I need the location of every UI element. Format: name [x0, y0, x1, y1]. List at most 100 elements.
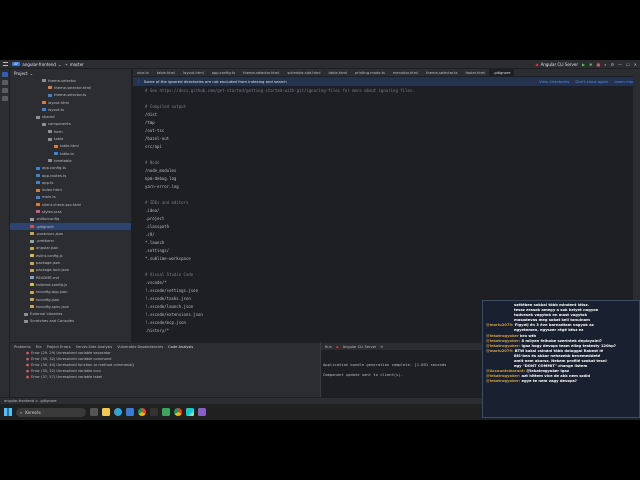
taskbar-search[interactable]: ⌕ Keresés — [16, 407, 86, 417]
code-line: /node_modules — [145, 168, 177, 173]
commit-tool-icon[interactable] — [2, 80, 8, 85]
tree-item[interactable]: index.html — [10, 186, 131, 193]
chat-text: amit nem akarsz. Nekem profilé szokat te… — [514, 359, 607, 364]
editor-tab[interactable]: layout.html — [179, 69, 208, 76]
tree-item[interactable]: theme-selector.html — [10, 84, 131, 91]
tree-item[interactable]: theme-selector.ts — [10, 92, 131, 99]
code-line: .classpath — [145, 224, 170, 229]
problem-item[interactable]: ● Error (37, 57) Unresolved variable labe… — [10, 374, 320, 380]
problems-tab[interactable]: Project Errors — [47, 345, 71, 349]
tree-item[interactable]: tsconfig.spec.json — [10, 303, 131, 310]
edge-icon[interactable] — [114, 408, 122, 416]
problems-tab[interactable]: Code Analysis — [168, 345, 193, 349]
chat-username: @lekatrogyoker: — [486, 338, 522, 343]
tree-item[interactable]: app.config.ts — [10, 165, 131, 172]
editor-tab[interactable]: printing-mode.ts — [351, 69, 389, 76]
more-tools-icon[interactable] — [2, 96, 8, 101]
problems-tab[interactable]: Server-Side Analysis — [76, 345, 113, 349]
tree-item[interactable]: main.ts — [10, 194, 131, 201]
tree-item[interactable]: styles.scss — [10, 208, 131, 215]
problems-tab[interactable]: File — [36, 345, 42, 349]
problems-tab[interactable]: Vulnerable Dependencies — [117, 345, 163, 349]
close-icon[interactable]: ✕ — [634, 62, 637, 67]
editor-tab[interactable]: schedule-slot.html — [283, 69, 324, 76]
chat-username: @lekatrogyoker: — [486, 379, 522, 384]
chat-text: tudvesek vagytok en most vagytok — [514, 313, 588, 318]
settings-icon[interactable]: ⚙ — [610, 62, 614, 67]
tree-item[interactable]: tailwind.config.js — [10, 281, 131, 288]
tree-item[interactable]: eslint.config.js — [10, 252, 131, 259]
editor-tab[interactable]: table.html — [153, 69, 179, 76]
run-config-selector[interactable]: ◆ Angular CLI Server — [535, 62, 578, 67]
tree-item-label: .gitignore — [36, 224, 54, 229]
search-icon[interactable]: ⌕ — [604, 62, 606, 67]
chrome-icon[interactable] — [138, 408, 146, 416]
editor-tab[interactable]: footer.html — [462, 69, 490, 76]
run-config-name: Angular CLI Server — [540, 61, 578, 67]
maximize-icon[interactable]: ☐ — [626, 62, 630, 67]
tree-item[interactable]: table.ts — [10, 150, 131, 157]
view-directories-link[interactable]: View directories — [539, 79, 569, 84]
editor-tab[interactable]: .gitignore — [489, 69, 515, 76]
tree-item[interactable]: Scratches and Consoles — [10, 318, 131, 325]
tree-item[interactable]: tsconfig.json — [10, 296, 131, 303]
tree-item[interactable]: .prettierrc — [10, 238, 131, 245]
tree-item[interactable]: shared — [10, 113, 131, 120]
editor-tab[interactable]: table.html — [325, 69, 351, 76]
tree-item-label: main.ts — [42, 195, 56, 200]
tree-item[interactable]: table — [10, 135, 131, 142]
chrome-icon[interactable] — [174, 408, 182, 416]
tree-item[interactable]: package-lock.json — [10, 267, 131, 274]
editor-tab[interactable]: theme-selector.ts — [422, 69, 461, 76]
tree-item[interactable]: app.ts — [10, 179, 131, 186]
info-icon: ⓘ — [137, 78, 141, 84]
visual-studio-icon[interactable] — [198, 408, 206, 416]
windows-start-icon[interactable] — [4, 408, 12, 416]
app-icon[interactable] — [162, 408, 170, 416]
editor-tab[interactable]: app.config.ts — [208, 69, 239, 76]
store-icon[interactable] — [126, 408, 134, 416]
hamburger-menu-icon[interactable] — [3, 62, 8, 66]
tree-item[interactable]: .gitignore — [10, 222, 131, 231]
minimize-icon[interactable]: — — [618, 62, 622, 67]
tree-item[interactable]: package.json — [10, 259, 131, 266]
code-line: !.vscode/tasks.json — [145, 296, 191, 301]
problems-tab[interactable]: Problems — [14, 345, 31, 349]
debug-icon[interactable]: ✱ — [589, 62, 592, 67]
run-icon[interactable]: ▶ — [582, 62, 585, 67]
tree-item[interactable]: layout.ts — [10, 106, 131, 113]
project-panel-title[interactable]: Project — [14, 71, 28, 76]
tree-item[interactable]: External Libraries — [10, 311, 131, 318]
tree-item[interactable]: silent-check-sso.html — [10, 201, 131, 208]
tree-item[interactable]: components — [10, 121, 131, 128]
tree-item[interactable]: table.html — [10, 143, 131, 150]
tree-item[interactable]: .editorconfig — [10, 216, 131, 223]
editor-tab[interactable]: menubar.html — [389, 69, 422, 76]
structure-tool-icon[interactable] — [2, 88, 8, 93]
tree-item[interactable]: form — [10, 128, 131, 135]
task-view-icon[interactable] — [90, 408, 98, 416]
project-tool-icon[interactable] — [2, 72, 8, 77]
close-icon[interactable]: ✕ — [380, 345, 383, 349]
tree-item[interactable]: angular.json — [10, 245, 131, 252]
file-explorer-icon[interactable] — [102, 408, 110, 416]
tree-item[interactable]: layout.html — [10, 99, 131, 106]
chevron-down-icon[interactable]: ⌄ — [30, 71, 33, 76]
run-tab[interactable]: Angular CLI Server — [343, 345, 377, 349]
status-breadcrumb[interactable]: angular-frontend > .gitignore — [4, 399, 57, 403]
tree-item[interactable]: README.md — [10, 274, 131, 281]
tree-item[interactable]: app.routes.ts — [10, 172, 131, 179]
stop-icon[interactable]: ■ — [596, 62, 600, 67]
branch-selector[interactable]: ⑂ master — [65, 62, 84, 67]
tree-item[interactable]: tsconfig.app.json — [10, 289, 131, 296]
webstorm-icon[interactable] — [186, 408, 194, 416]
project-selector[interactable]: AF angular-frontend ⌄ — [12, 62, 61, 67]
terminal-icon[interactable] — [150, 408, 158, 416]
editor-tab[interactable]: vice.ts — [133, 69, 153, 76]
md-file-icon — [30, 276, 34, 280]
tree-item[interactable]: .postcssrc.json — [10, 230, 131, 237]
dont-show-again-link[interactable]: Don't show again — [575, 79, 608, 84]
tree-item[interactable]: timetable — [10, 157, 131, 164]
editor-tab[interactable]: theme-selector.html — [239, 69, 283, 76]
tree-item[interactable]: theme-selector — [10, 77, 131, 84]
